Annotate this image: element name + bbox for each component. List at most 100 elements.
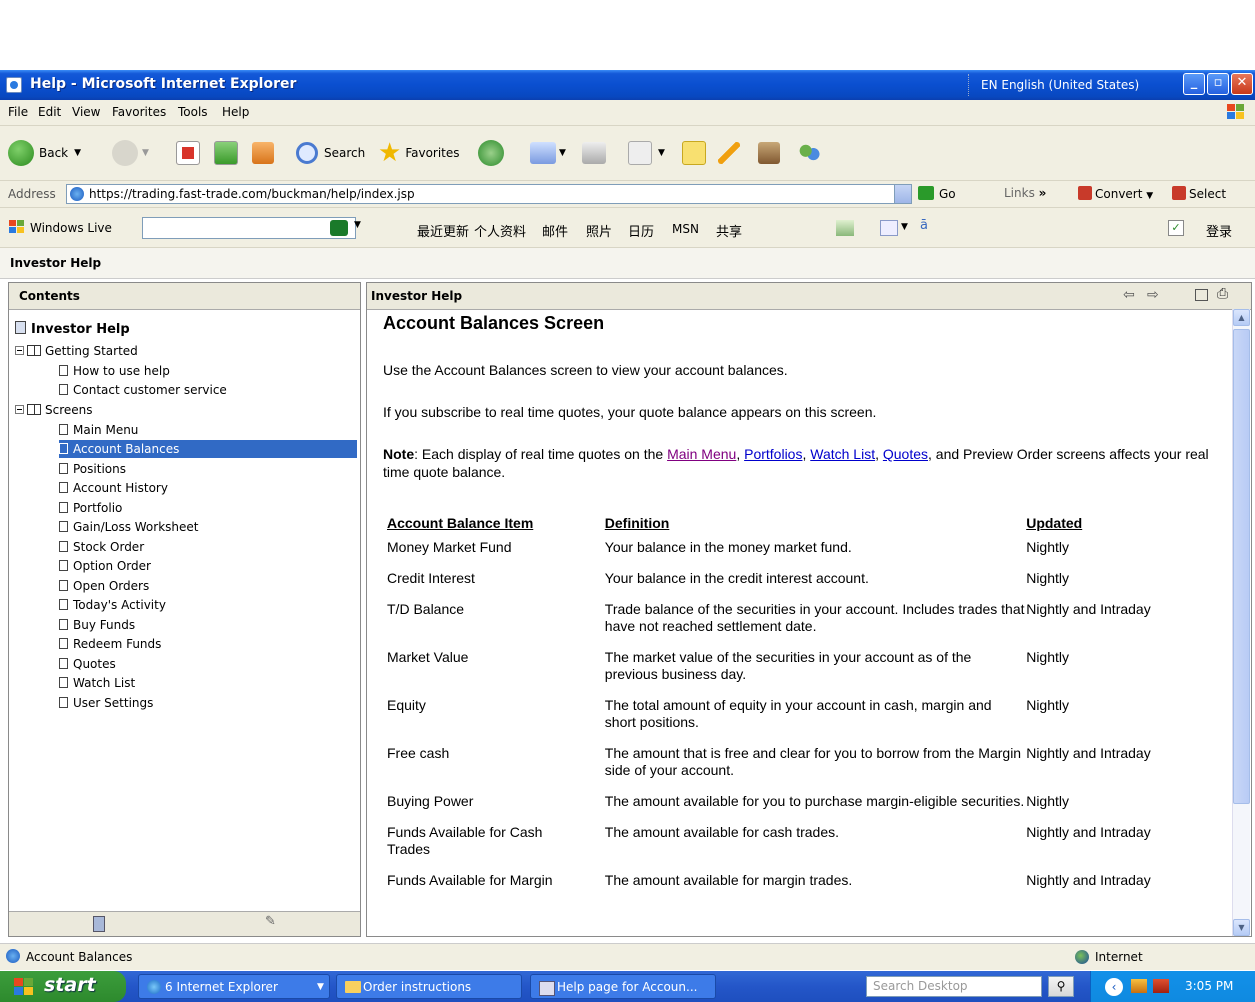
contents-tab-icon[interactable] [93, 916, 105, 932]
desktop-search-input[interactable]: Search Desktop [866, 976, 1042, 997]
tree-item-stock-order[interactable]: Stock Order [59, 538, 144, 556]
minimize-button[interactable]: _ [1183, 73, 1205, 95]
live-window-icon[interactable] [880, 220, 898, 236]
search-button[interactable]: Search [296, 140, 365, 166]
favorites-label: Favorites [405, 146, 460, 160]
edit-button[interactable]: ▼ [628, 140, 665, 166]
live-tool-icon[interactable] [836, 220, 854, 236]
language-bar[interactable]: EN English (United States) [968, 74, 1166, 96]
status-bar: Account Balances Internet [0, 943, 1255, 970]
menu-edit[interactable]: Edit [38, 105, 61, 119]
live-dropdown[interactable]: ▼ [354, 220, 361, 230]
sync-toc-icon[interactable] [1195, 289, 1208, 301]
tree-item-gain-loss-worksheet[interactable]: Gain/Loss Worksheet [59, 518, 198, 536]
link-watch-list[interactable]: Watch List [810, 446, 875, 462]
links-button[interactable]: Links » [1004, 186, 1046, 200]
menu-tools[interactable]: Tools [178, 105, 208, 119]
task-label: Help page for Accoun... [557, 980, 698, 994]
discuss-button[interactable] [682, 140, 706, 166]
close-button[interactable]: ✕ [1231, 73, 1253, 95]
link-portfolios[interactable]: Portfolios [744, 446, 802, 462]
print-button[interactable] [582, 140, 606, 166]
live-search-input[interactable] [142, 217, 356, 239]
tree-item-watch-list[interactable]: Watch List [59, 674, 135, 692]
previous-topic-icon[interactable]: ⇦ [1123, 287, 1135, 303]
maximize-button[interactable]: ▫ [1207, 73, 1229, 95]
tree-item-option-order[interactable]: Option Order [59, 557, 151, 575]
updated-cell: Nightly [1026, 539, 1069, 555]
task-label: Order instructions [363, 980, 472, 994]
live-link-msn[interactable]: MSN [672, 222, 699, 236]
history-button[interactable] [478, 140, 504, 166]
collapse-icon[interactable] [15, 346, 24, 355]
live-link-calendar[interactable]: 日历 [628, 221, 654, 240]
next-topic-icon[interactable]: ⇨ [1147, 287, 1159, 303]
forward-button[interactable]: ▼ [112, 140, 149, 166]
menu-file[interactable]: File [8, 105, 28, 119]
translate-icon[interactable]: ā [920, 218, 928, 233]
select-button[interactable]: Select [1172, 186, 1226, 201]
book-button[interactable] [758, 140, 780, 166]
tray-collapse-icon[interactable]: ‹ [1105, 978, 1123, 996]
search-tab-icon[interactable]: ✎ [265, 914, 276, 929]
scroll-up-button[interactable]: ▲ [1233, 309, 1250, 326]
go-button[interactable]: Go [918, 186, 956, 201]
menu-view[interactable]: View [72, 105, 100, 119]
tree-item-how-to-use-help[interactable]: How to use help [59, 362, 170, 380]
tree-item-portfolio[interactable]: Portfolio [59, 499, 122, 517]
link-main-menu[interactable]: Main Menu [667, 446, 736, 462]
tree-item-positions[interactable]: Positions [59, 460, 126, 478]
login-link[interactable]: 登录 [1206, 221, 1232, 240]
tree-item-main-menu[interactable]: Main Menu [59, 421, 138, 439]
home-button[interactable] [252, 140, 274, 166]
live-link-profile[interactable]: 个人资料 [474, 221, 526, 240]
tree-root[interactable]: Investor Help [15, 321, 130, 339]
definition-cell: The amount available for margin trades. [604, 872, 853, 888]
windows-flag-icon [14, 978, 33, 995]
task-internet-explorer[interactable]: 6 Internet Explorer ▼ [138, 974, 330, 999]
tree-item-account-history[interactable]: Account History [59, 479, 168, 497]
scroll-down-button[interactable]: ▼ [1233, 919, 1250, 936]
mail-button[interactable]: ▼ [530, 140, 566, 166]
task-order-instructions[interactable]: Order instructions [336, 974, 522, 999]
tray-network-icon[interactable] [1131, 979, 1147, 993]
vertical-scrollbar[interactable]: ▲ ▼ [1232, 309, 1250, 936]
convert-button[interactable]: Convert ▼ [1078, 186, 1153, 201]
tree-item-buy-funds[interactable]: Buy Funds [59, 616, 135, 634]
tree-item-quotes[interactable]: Quotes [59, 655, 116, 673]
back-button[interactable]: Back ▼ [8, 140, 81, 166]
link-quotes[interactable]: Quotes [883, 446, 928, 462]
live-window-dropdown[interactable]: ▼ [901, 222, 908, 232]
live-search-button[interactable] [330, 220, 348, 236]
research-button[interactable] [718, 140, 740, 166]
address-input[interactable]: https://trading.fast-trade.com/buckman/h… [66, 184, 912, 204]
tree-item-contact-customer-service[interactable]: Contact customer service [59, 381, 227, 399]
live-link-photos[interactable]: 照片 [586, 221, 612, 240]
refresh-button[interactable] [214, 140, 238, 166]
live-link-mail[interactable]: 邮件 [542, 221, 568, 240]
tree-item-todays-activity[interactable]: Today's Activity [59, 596, 166, 614]
start-button[interactable]: start [0, 971, 126, 1002]
address-dropdown[interactable] [894, 185, 911, 203]
live-link-share[interactable]: 共享 [716, 221, 742, 240]
live-link-updates[interactable]: 最近更新 [417, 221, 469, 240]
tree-item-user-settings[interactable]: User Settings [59, 694, 153, 712]
messenger-button[interactable] [798, 140, 820, 166]
tree-group-screens[interactable]: Screens [15, 401, 93, 419]
tree-item-account-balances[interactable]: Account Balances [59, 440, 357, 458]
task-help-page[interactable]: Help page for Accoun... [530, 974, 716, 999]
collapse-icon[interactable] [15, 405, 24, 414]
scroll-thumb[interactable] [1233, 329, 1250, 804]
checkbox-icon[interactable]: ✓ [1168, 220, 1184, 236]
desktop-search-button[interactable]: ⚲ [1048, 976, 1074, 997]
tree-item-open-orders[interactable]: Open Orders [59, 577, 149, 595]
tree-group-getting-started[interactable]: Getting Started [15, 342, 138, 360]
menu-help[interactable]: Help [222, 105, 249, 119]
tree-item-redeem-funds[interactable]: Redeem Funds [59, 635, 161, 653]
menu-favorites[interactable]: Favorites [112, 105, 166, 119]
print-topic-icon[interactable]: ⎙ [1217, 286, 1228, 302]
updated-cell: Nightly [1026, 793, 1069, 809]
tray-app-icon[interactable] [1153, 979, 1169, 993]
stop-button[interactable] [176, 140, 200, 166]
favorites-button[interactable]: ★ Favorites [378, 140, 460, 166]
